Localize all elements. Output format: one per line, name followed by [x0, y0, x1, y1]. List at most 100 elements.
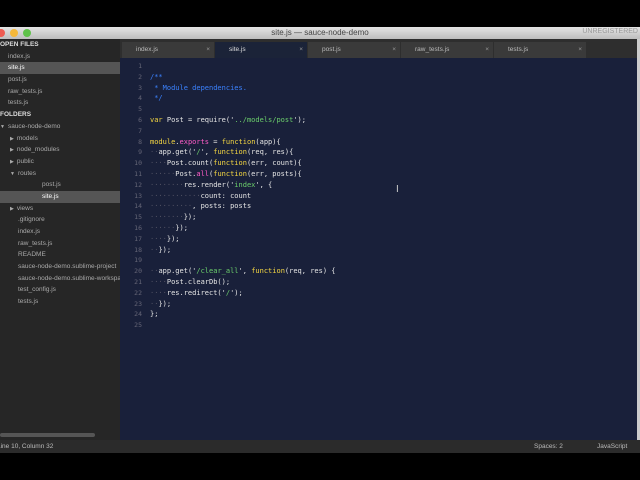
folder-tree-item[interactable]: ▼ sauce-node-demo	[0, 121, 120, 133]
folder-tree-item[interactable]: site.js	[0, 190, 120, 203]
tree-item-label: tests.js	[18, 298, 39, 306]
code-token: };	[150, 310, 159, 319]
tree-item-label: sauce-node-demo	[7, 122, 61, 130]
code-line: ··app.get('/clear_all', function(req, re…	[150, 266, 335, 277]
folder-tree-item[interactable]: ▶ public	[0, 156, 120, 168]
folder-tree-item[interactable]: raw_tests.js	[0, 238, 120, 250]
folders-header: FOLDERS	[0, 111, 32, 119]
code-editor[interactable]: 1 2 3 4 5 6 7 8 9 10 11 12 13 14 15 16 17 18 19 20 21 22 23 24 2…	[120, 58, 637, 440]
code-token: ');	[230, 288, 243, 297]
open-file-item[interactable]: post.js	[0, 74, 120, 86]
code-line: module.exports = function(app){	[150, 137, 335, 148]
tree-item-label: README	[18, 251, 46, 259]
tab-label: site.js	[229, 46, 246, 53]
code-token: Post.count(	[166, 159, 214, 168]
code-token: index	[234, 180, 256, 189]
folder-tree-item[interactable]: sauce-node-demo.sublime-workspace	[0, 273, 120, 285]
open-file-item[interactable]: raw_tests.js	[0, 86, 120, 98]
code-token: ····	[150, 234, 167, 243]
line-numbers: 1 2 3 4 5 6 7 8 9 10 11 12 13 14 15 16 17 18 19 20 21 22 23 24 2…	[120, 61, 142, 331]
tab-label: index.js	[136, 46, 159, 53]
folder-tree-item[interactable]: ▶ node_modules	[0, 144, 120, 156]
tab-close-icon[interactable]: ×	[485, 42, 489, 58]
code-token: app.get('	[158, 267, 197, 276]
code-token: require	[196, 115, 226, 124]
code-token: (req, res) {	[284, 267, 336, 276]
tree-arrow-icon[interactable]: ▶	[10, 147, 14, 153]
tree-item-label: node_modules	[16, 146, 60, 154]
code-token: ../models/post	[234, 115, 294, 124]
text-cursor-icon: I	[396, 184, 399, 195]
tab-close-icon[interactable]: ×	[206, 42, 210, 58]
code-token: });	[166, 234, 180, 243]
code-line: ········});	[150, 212, 335, 223]
folder-tree-item[interactable]: index.js	[0, 226, 120, 238]
syntax-setting[interactable]: JavaScript	[597, 440, 627, 453]
line-number: 10	[134, 159, 142, 168]
folder-tree-item[interactable]: sauce-node-demo.sublime-project	[0, 261, 120, 273]
code-token: ',	[238, 267, 252, 276]
code-line: ····res.redirect('/');	[150, 288, 335, 299]
tree-item-label: models	[16, 134, 38, 142]
code-token: */	[150, 94, 163, 103]
open-file-item[interactable]: tests.js	[0, 97, 120, 109]
code-line: ····Post.count(function(err, count){	[150, 158, 335, 169]
line-number: 24	[134, 310, 142, 319]
folder-tree-item[interactable]: README	[0, 249, 120, 261]
tab-raw_tests-js[interactable]: raw_tests.js ×	[401, 42, 493, 58]
code-token: ····	[150, 159, 167, 168]
code-token: /clear_all	[196, 267, 239, 276]
code-line: ····});	[150, 234, 335, 245]
tab-close-icon[interactable]: ×	[392, 42, 396, 58]
line-number: 8	[138, 137, 142, 146]
tab-close-icon[interactable]: ×	[299, 42, 303, 58]
open-file-item[interactable]: site.js	[0, 62, 120, 75]
open-file-item[interactable]: index.js	[0, 51, 120, 63]
code-token: exports	[179, 137, 210, 146]
code-line: * Module dependencies.	[150, 83, 335, 94]
line-number: 22	[134, 288, 142, 297]
tab-close-icon[interactable]: ×	[578, 42, 582, 58]
tab-index-js[interactable]: index.js ×	[122, 42, 214, 58]
code-token: ····	[150, 277, 167, 286]
line-number: 6	[138, 115, 142, 124]
code-line: ··········, posts: posts	[150, 201, 335, 212]
sidebar: OPEN FILES index.js site.js post.js raw_test…	[0, 39, 120, 440]
code-token: ', {	[255, 180, 273, 189]
line-number: 16	[134, 223, 142, 232]
tab-site-js[interactable]: site.js ×	[215, 42, 307, 58]
code-token: (err, count){	[246, 159, 302, 168]
tab-post-js[interactable]: post.js ×	[308, 42, 400, 58]
folder-tree-item[interactable]: .gitignore	[0, 214, 120, 226]
folder-tree-item[interactable]: tests.js	[0, 296, 120, 308]
tree-item-label: raw_tests.js	[18, 239, 53, 247]
line-number: 4	[138, 94, 142, 103]
tree-arrow-icon[interactable]: ▶	[10, 159, 14, 165]
tab-tests-js[interactable]: tests.js ×	[494, 42, 586, 58]
tree-arrow-icon[interactable]: ▼	[0, 124, 5, 130]
open-files-header: OPEN FILES	[0, 41, 39, 48]
code-content[interactable]: /** * Module dependencies. */ var Post = …	[150, 61, 335, 331]
code-token: ··········	[150, 202, 193, 211]
code-line: ··});	[150, 245, 335, 256]
code-token: ········	[150, 213, 184, 222]
code-token: * Module dependencies.	[150, 83, 247, 92]
folder-tree-item[interactable]: ▶ models	[0, 133, 120, 145]
folder-tree-item[interactable]: test_config.js	[0, 284, 120, 296]
cursor-position: Line 10, Column 32	[0, 443, 54, 450]
tree-arrow-icon[interactable]: ▶	[10, 136, 14, 142]
folder-tree-item[interactable]: post.js	[0, 179, 120, 191]
indentation-setting[interactable]: Spaces: 2	[534, 440, 563, 453]
folder-tree-item[interactable]: ▶ views	[0, 203, 120, 215]
code-token: /**	[150, 72, 163, 81]
folder-tree-item[interactable]: ▼ routes	[0, 168, 120, 180]
tree-arrow-icon[interactable]: ▶	[10, 206, 14, 212]
status-bar: Line 10, Column 32 Spaces: 2 JavaScript	[0, 440, 640, 453]
tree-item-label: index.js	[18, 228, 41, 235]
sidebar-scrollbar[interactable]	[0, 433, 95, 437]
unregistered-label: UNREGISTERED	[582, 28, 638, 35]
tree-arrow-icon[interactable]: ▼	[10, 171, 15, 177]
code-token: module	[150, 137, 176, 146]
